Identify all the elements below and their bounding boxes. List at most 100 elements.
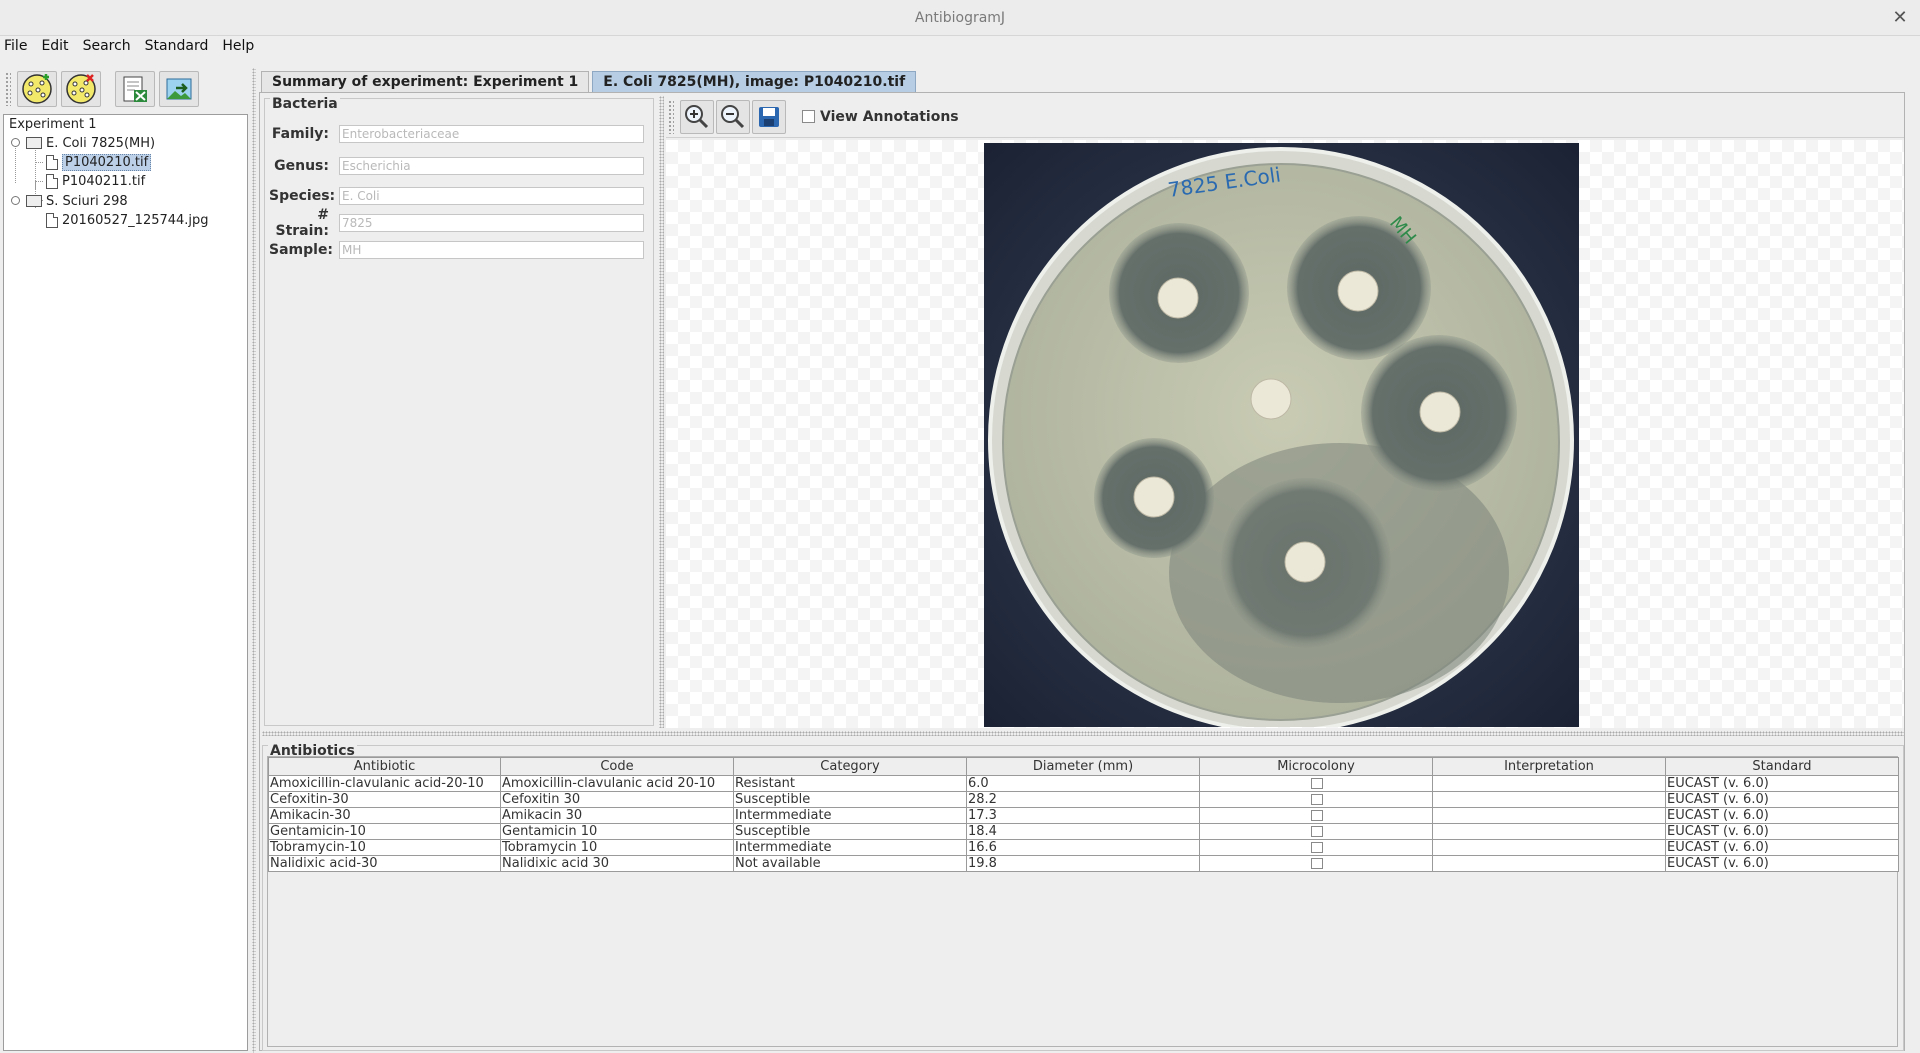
toolbar-grip[interactable] xyxy=(668,99,674,134)
tree-item-image-p1040211[interactable]: P1040211.tif xyxy=(46,172,145,190)
cell-standard[interactable]: EUCAST (v. 6.0) xyxy=(1665,855,1899,872)
tree-item-image-20160527[interactable]: 20160527_125744.jpg xyxy=(46,211,209,229)
cell-interpretation[interactable] xyxy=(1432,791,1666,808)
cell-diameter[interactable]: 18.4 xyxy=(966,823,1200,840)
export-excel-button[interactable] xyxy=(115,71,155,107)
microcolony-checkbox[interactable] xyxy=(1310,858,1323,869)
microcolony-checkbox[interactable] xyxy=(1310,778,1323,789)
cell-microcolony[interactable] xyxy=(1199,855,1433,872)
zoom-out-button[interactable] xyxy=(716,99,750,134)
table-row[interactable]: Cefoxitin-30 Cefoxitin 30 Susceptible 28… xyxy=(268,791,1899,808)
table-row[interactable]: Nalidixic acid-30 Nalidixic acid 30 Not … xyxy=(268,855,1899,872)
cell-standard[interactable]: EUCAST (v. 6.0) xyxy=(1665,775,1899,792)
view-annotations-checkbox[interactable]: View Annotations xyxy=(802,109,959,125)
tree-item-ssciuri[interactable]: S. Sciuri 298 xyxy=(26,192,128,210)
cell-standard[interactable]: EUCAST (v. 6.0) xyxy=(1665,839,1899,856)
column-header[interactable]: Standard xyxy=(1665,757,1899,776)
family-field[interactable] xyxy=(339,125,644,143)
cell-standard[interactable]: EUCAST (v. 6.0) xyxy=(1665,823,1899,840)
tree-item-ecoli[interactable]: E. Coli 7825(MH) xyxy=(26,134,155,152)
left-splitter[interactable] xyxy=(252,68,256,1053)
experiment-tree[interactable]: Experiment 1 E. Coli 7825(MH) P1040210.t… xyxy=(3,114,248,1051)
cell-standard[interactable]: EUCAST (v. 6.0) xyxy=(1665,807,1899,824)
toolbar-grip[interactable] xyxy=(5,72,11,106)
cell-standard[interactable]: EUCAST (v. 6.0) xyxy=(1665,791,1899,808)
cell-antibiotic[interactable]: Amikacin-30 xyxy=(268,807,501,824)
column-header[interactable]: Microcolony xyxy=(1199,757,1433,776)
checkbox-box[interactable] xyxy=(802,110,815,123)
species-field[interactable] xyxy=(339,187,644,205)
table-row[interactable]: Gentamicin-10 Gentamicin 10 Susceptible … xyxy=(268,823,1899,840)
cell-category[interactable]: Intermmediate xyxy=(733,807,967,824)
cell-diameter[interactable]: 28.2 xyxy=(966,791,1200,808)
cell-category[interactable]: Susceptible xyxy=(733,791,967,808)
menu-file[interactable]: File xyxy=(4,38,27,54)
tree-item-image-p1040210[interactable]: P1040210.tif xyxy=(46,153,152,171)
cell-category[interactable]: Not available xyxy=(733,855,967,872)
tree-root-experiment[interactable]: Experiment 1 xyxy=(9,115,97,133)
tree-collapse-toggle[interactable] xyxy=(11,196,20,205)
close-icon[interactable]: ✕ xyxy=(1890,7,1910,28)
cell-microcolony[interactable] xyxy=(1199,791,1433,808)
table-row[interactable]: Amikacin-30 Amikacin 30 Intermmediate 17… xyxy=(268,807,1899,824)
column-header[interactable]: Category xyxy=(733,757,967,776)
menu-help[interactable]: Help xyxy=(222,38,254,54)
remove-plate-button[interactable] xyxy=(61,71,101,107)
cell-interpretation[interactable] xyxy=(1432,839,1666,856)
strain-row: # Strain: xyxy=(269,207,644,239)
cell-category[interactable]: Intermmediate xyxy=(733,839,967,856)
cell-interpretation[interactable] xyxy=(1432,855,1666,872)
microcolony-checkbox[interactable] xyxy=(1310,810,1323,821)
cell-antibiotic[interactable]: Gentamicin-10 xyxy=(268,823,501,840)
cell-microcolony[interactable] xyxy=(1199,807,1433,824)
menu-standard[interactable]: Standard xyxy=(145,38,209,54)
cell-interpretation[interactable] xyxy=(1432,823,1666,840)
zoom-in-button[interactable] xyxy=(680,99,714,134)
cell-code[interactable]: Nalidixic acid 30 xyxy=(500,855,734,872)
cell-diameter[interactable]: 6.0 xyxy=(966,775,1200,792)
cell-interpretation[interactable] xyxy=(1432,807,1666,824)
microcolony-checkbox[interactable] xyxy=(1310,794,1323,805)
table-row[interactable]: Amoxicillin-clavulanic acid-20-10 Amoxic… xyxy=(268,775,1899,792)
column-header[interactable]: Code xyxy=(500,757,734,776)
cell-code[interactable]: Amoxicillin-clavulanic acid 20-10 xyxy=(500,775,734,792)
table-row[interactable]: Tobramycin-10 Tobramycin 10 Intermmediat… xyxy=(268,839,1899,856)
export-image-button[interactable] xyxy=(159,71,199,107)
genus-field[interactable] xyxy=(339,157,644,175)
column-header[interactable]: Interpretation xyxy=(1432,757,1666,776)
cell-antibiotic[interactable]: Amoxicillin-clavulanic acid-20-10 xyxy=(268,775,501,792)
save-button[interactable] xyxy=(752,99,786,134)
cell-code[interactable]: Amikacin 30 xyxy=(500,807,734,824)
column-header[interactable]: Diameter (mm) xyxy=(966,757,1200,776)
cell-antibiotic[interactable]: Tobramycin-10 xyxy=(268,839,501,856)
cell-category[interactable]: Resistant xyxy=(733,775,967,792)
cell-diameter[interactable]: 17.3 xyxy=(966,807,1200,824)
cell-antibiotic[interactable]: Cefoxitin-30 xyxy=(268,791,501,808)
cell-interpretation[interactable] xyxy=(1432,775,1666,792)
microcolony-checkbox[interactable] xyxy=(1310,826,1323,837)
tree-collapse-toggle[interactable] xyxy=(11,138,20,147)
cell-microcolony[interactable] xyxy=(1199,775,1433,792)
cell-microcolony[interactable] xyxy=(1199,839,1433,856)
middle-splitter[interactable] xyxy=(659,96,664,728)
add-plate-button[interactable] xyxy=(17,71,57,107)
menu-search[interactable]: Search xyxy=(83,38,131,54)
zoom-in-icon xyxy=(685,104,709,128)
cell-diameter[interactable]: 19.8 xyxy=(966,855,1200,872)
petri-dish-image[interactable]: 7825 E.Coli MH xyxy=(984,143,1579,727)
cell-antibiotic[interactable]: Nalidixic acid-30 xyxy=(268,855,501,872)
cell-category[interactable]: Susceptible xyxy=(733,823,967,840)
tab-image[interactable]: E. Coli 7825(MH), image: P1040210.tif xyxy=(592,71,917,92)
tab-summary[interactable]: Summary of experiment: Experiment 1 xyxy=(261,71,590,92)
cell-code[interactable]: Gentamicin 10 xyxy=(500,823,734,840)
bottom-splitter[interactable] xyxy=(262,731,1904,736)
column-header[interactable]: Antibiotic xyxy=(268,757,501,776)
cell-code[interactable]: Cefoxitin 30 xyxy=(500,791,734,808)
cell-microcolony[interactable] xyxy=(1199,823,1433,840)
cell-code[interactable]: Tobramycin 10 xyxy=(500,839,734,856)
menu-edit[interactable]: Edit xyxy=(41,38,68,54)
microcolony-checkbox[interactable] xyxy=(1310,842,1323,853)
sample-field[interactable] xyxy=(339,241,644,259)
cell-diameter[interactable]: 16.6 xyxy=(966,839,1200,856)
strain-field[interactable] xyxy=(339,214,644,232)
